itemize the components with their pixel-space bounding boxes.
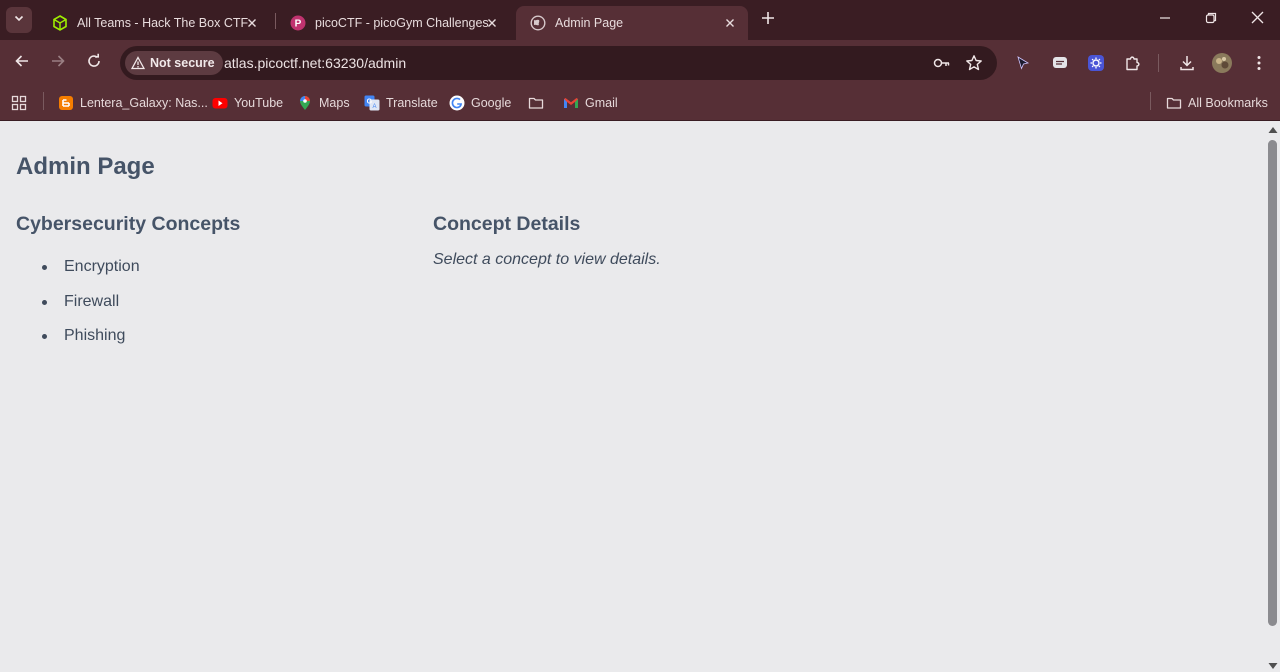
- bookmark-label: Translate: [386, 96, 438, 110]
- apps-button[interactable]: [11, 92, 33, 114]
- close-window-button[interactable]: [1234, 0, 1280, 40]
- hackthebox-cube-icon: [52, 15, 68, 31]
- download-icon[interactable]: [1176, 52, 1198, 74]
- vertical-scrollbar[interactable]: [1265, 122, 1280, 672]
- bookmark-label: Google: [471, 96, 512, 110]
- bookmark-label: Gmail: [585, 96, 618, 110]
- puzzle-extensions-icon[interactable]: [1122, 52, 1144, 74]
- address-bar[interactable]: Not secure atlas.picoctf.net:63230/admin: [120, 46, 997, 80]
- close-icon: [1251, 11, 1264, 29]
- details-heading: Concept Details: [433, 213, 581, 235]
- youtube-icon: [212, 95, 228, 111]
- toolbar-separator: [1158, 54, 1159, 72]
- page-title: Admin Page: [16, 153, 155, 180]
- svg-text:A: A: [372, 104, 376, 110]
- scroll-up-arrow-icon[interactable]: [1267, 124, 1278, 136]
- tab-strip: All Teams - Hack The Box CTF P picoCTF -…: [0, 0, 1280, 40]
- tab-hackthebox[interactable]: All Teams - Hack The Box CTF: [38, 6, 270, 40]
- bookmark-label: Lentera_Galaxy: Nas...: [80, 96, 208, 110]
- picoctf-icon: P: [290, 15, 306, 31]
- reload-icon: [86, 53, 102, 74]
- new-tab-button[interactable]: [757, 9, 779, 31]
- bookmark-google[interactable]: Google: [449, 92, 511, 114]
- bookmark-label: Maps: [319, 96, 350, 110]
- concepts-panel: Cybersecurity Concepts Encryption Firewa…: [16, 213, 416, 361]
- tab-picoctf[interactable]: P picoCTF - picoGym Challenges: [276, 6, 510, 40]
- security-label: Not secure: [150, 56, 215, 70]
- svg-text:P: P: [295, 19, 302, 30]
- folder-icon: [528, 95, 544, 111]
- bookmark-translate[interactable]: GA Translate: [364, 92, 438, 114]
- arrow-left-icon: [14, 53, 30, 74]
- bookmark-lentera-galaxy[interactable]: Lentera_Galaxy: Nas...: [58, 92, 208, 114]
- reload-button[interactable]: [82, 51, 106, 75]
- toolbar: Not secure atlas.picoctf.net:63230/admin: [0, 40, 1280, 86]
- chevron-down-icon: [13, 11, 25, 29]
- minimize-icon: [1159, 11, 1171, 29]
- bookmark-folder[interactable]: [528, 92, 550, 114]
- concept-item-phishing[interactable]: Phishing: [16, 326, 416, 361]
- plus-icon: [761, 11, 775, 30]
- bookmark-youtube[interactable]: YouTube: [212, 92, 283, 114]
- bookmark-gmail[interactable]: Gmail: [563, 92, 618, 114]
- warning-icon: [131, 56, 145, 70]
- page-viewport: Admin Page Cybersecurity Concepts Encryp…: [0, 122, 1265, 672]
- close-tab-icon[interactable]: [720, 13, 740, 33]
- bookmarks-separator: [1150, 92, 1151, 110]
- translate-icon: GA: [364, 95, 380, 111]
- bookmark-maps[interactable]: Maps: [297, 92, 350, 114]
- restore-icon: [1205, 11, 1217, 29]
- bookmarks-bar: Lentera_Galaxy: Nas... YouTube Maps GA T…: [0, 86, 1280, 121]
- chat-extension-icon[interactable]: [1049, 52, 1071, 74]
- forward-button[interactable]: [46, 51, 70, 75]
- all-bookmarks-label: All Bookmarks: [1188, 96, 1268, 110]
- details-hint-text: Select a concept to view details.: [433, 251, 661, 268]
- apps-grid-icon: [11, 95, 27, 111]
- kebab-menu-icon[interactable]: [1248, 52, 1270, 74]
- tab-search-button[interactable]: [6, 7, 32, 33]
- bookmarks-separator: [43, 92, 44, 110]
- bookmark-label: YouTube: [234, 96, 284, 110]
- close-tab-icon[interactable]: [242, 13, 262, 33]
- globe-icon: [530, 15, 546, 31]
- blogger-icon: [58, 95, 74, 111]
- password-key-icon[interactable]: [932, 53, 952, 73]
- tab-title: All Teams - Hack The Box CTF: [77, 16, 249, 30]
- minimize-button[interactable]: [1142, 0, 1188, 40]
- folder-icon: [1166, 95, 1182, 111]
- google-icon: [449, 95, 465, 111]
- concepts-list: Encryption Firewall Phishing: [16, 257, 416, 361]
- restore-button[interactable]: [1188, 0, 1234, 40]
- close-tab-icon[interactable]: [482, 13, 502, 33]
- scrollbar-thumb[interactable]: [1268, 140, 1277, 626]
- site-security-chip[interactable]: Not secure: [125, 51, 223, 75]
- gear-extension-icon[interactable]: [1085, 52, 1107, 74]
- all-bookmarks-button[interactable]: All Bookmarks: [1166, 92, 1268, 114]
- concept-item-encryption[interactable]: Encryption: [16, 257, 416, 292]
- arrow-right-icon: [50, 53, 66, 74]
- bookmark-star-icon[interactable]: [964, 53, 984, 73]
- concept-item-firewall[interactable]: Firewall: [16, 292, 416, 327]
- tab-admin-page[interactable]: Admin Page: [516, 6, 748, 40]
- gmail-icon: [563, 95, 579, 111]
- profile-avatar[interactable]: [1211, 52, 1233, 74]
- url-text[interactable]: atlas.picoctf.net:63230/admin: [224, 55, 406, 71]
- tab-title: picoCTF - picoGym Challenges: [315, 16, 489, 30]
- scroll-down-arrow-icon[interactable]: [1267, 660, 1278, 672]
- back-button[interactable]: [10, 51, 34, 75]
- tab-title: Admin Page: [555, 16, 624, 30]
- details-panel: Concept Details Select a concept to view…: [433, 213, 1033, 269]
- maps-pin-icon: [297, 95, 313, 111]
- concepts-heading: Cybersecurity Concepts: [16, 213, 241, 235]
- cursor-extension-icon[interactable]: [1012, 52, 1034, 74]
